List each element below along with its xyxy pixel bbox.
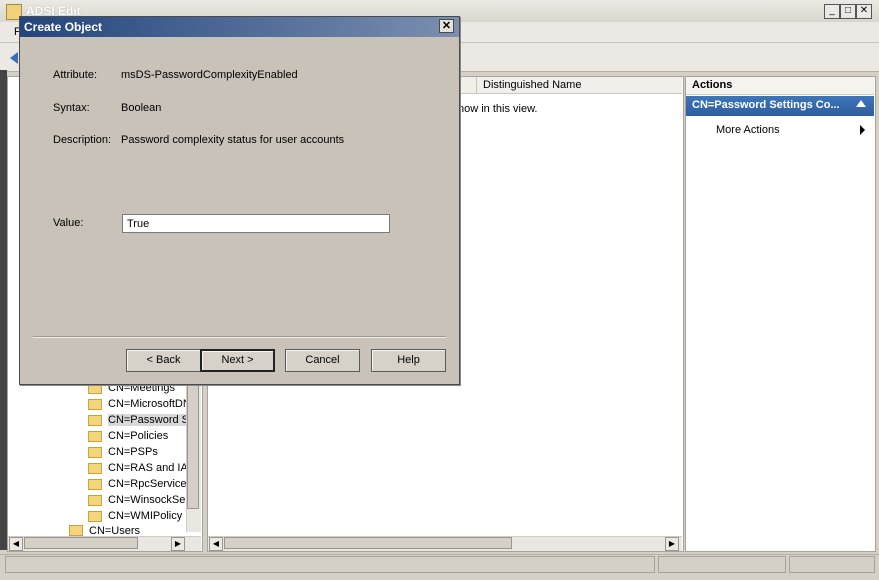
tree-item[interactable]: CN=RAS and IA: [88, 460, 188, 476]
tree-hscroll-thumb[interactable]: [24, 537, 138, 549]
attribute-label: Attribute:: [53, 69, 98, 81]
folder-icon: [88, 430, 102, 442]
minimize-icon[interactable]: _: [824, 4, 840, 19]
back-arrow-icon[interactable]: [10, 52, 18, 64]
folder-icon: [88, 414, 102, 426]
syntax-label: Syntax:: [53, 102, 90, 114]
folder-icon: [88, 510, 102, 522]
tree-item[interactable]: CN=WMIPolicy: [88, 508, 182, 524]
scroll-left-icon[interactable]: ◀: [9, 537, 23, 551]
value-input[interactable]: [122, 214, 390, 233]
actions-title: Actions: [686, 77, 874, 95]
cancel-button[interactable]: Cancel: [285, 349, 360, 372]
tree-item[interactable]: CN=PSPs: [88, 444, 158, 460]
dialog-separator: [33, 336, 446, 338]
folder-icon: [88, 494, 102, 506]
value-label: Value:: [53, 217, 84, 229]
status-segment: [5, 556, 655, 573]
tree-scroll-thumb[interactable]: [187, 384, 199, 509]
tree-item-selected[interactable]: CN=Password S: [88, 412, 190, 428]
folder-icon: [88, 446, 102, 458]
empty-view-message: now in this view.: [458, 103, 538, 115]
tree-item[interactable]: CN=RpcServices: [88, 476, 192, 492]
description-label: Description:: [53, 134, 112, 146]
dialog-title: Create Object: [24, 20, 103, 34]
submenu-arrow-icon: [860, 125, 865, 135]
maximize-icon[interactable]: □: [840, 4, 856, 19]
description-value: Password complexity status for user acco…: [121, 134, 345, 146]
column-header-distinguished-name[interactable]: Distinguished Name: [476, 77, 682, 93]
help-button[interactable]: Help: [371, 349, 446, 372]
actions-pane: [685, 76, 876, 552]
collapse-up-icon[interactable]: [856, 100, 866, 107]
folder-icon: [88, 478, 102, 490]
status-segment: [789, 556, 875, 573]
back-button[interactable]: < Back: [126, 349, 201, 372]
folder-icon: [88, 462, 102, 474]
scroll-right-icon[interactable]: ▶: [665, 537, 679, 551]
status-segment: [658, 556, 786, 573]
more-actions-link[interactable]: More Actions: [716, 124, 780, 136]
tree-item[interactable]: CN=MicrosoftDN: [88, 396, 191, 412]
actions-section-header[interactable]: CN=Password Settings Co...: [686, 96, 874, 116]
attribute-value: msDS-PasswordComplexityEnabled: [121, 69, 298, 81]
tree-item[interactable]: CN=Policies: [88, 428, 168, 444]
folder-icon: [88, 398, 102, 410]
close-icon[interactable]: ✕: [856, 4, 872, 19]
results-hscroll-thumb[interactable]: [224, 537, 512, 549]
folder-icon: [69, 525, 83, 536]
syntax-value: Boolean: [121, 102, 162, 114]
next-button[interactable]: Next >: [200, 349, 275, 372]
scroll-right-icon[interactable]: ▶: [171, 537, 185, 551]
left-edge-decoration: [0, 70, 7, 550]
tree-item[interactable]: CN=WinsockSer: [88, 492, 189, 508]
close-icon[interactable]: ✕: [439, 19, 454, 33]
scroll-left-icon[interactable]: ◀: [209, 537, 223, 551]
